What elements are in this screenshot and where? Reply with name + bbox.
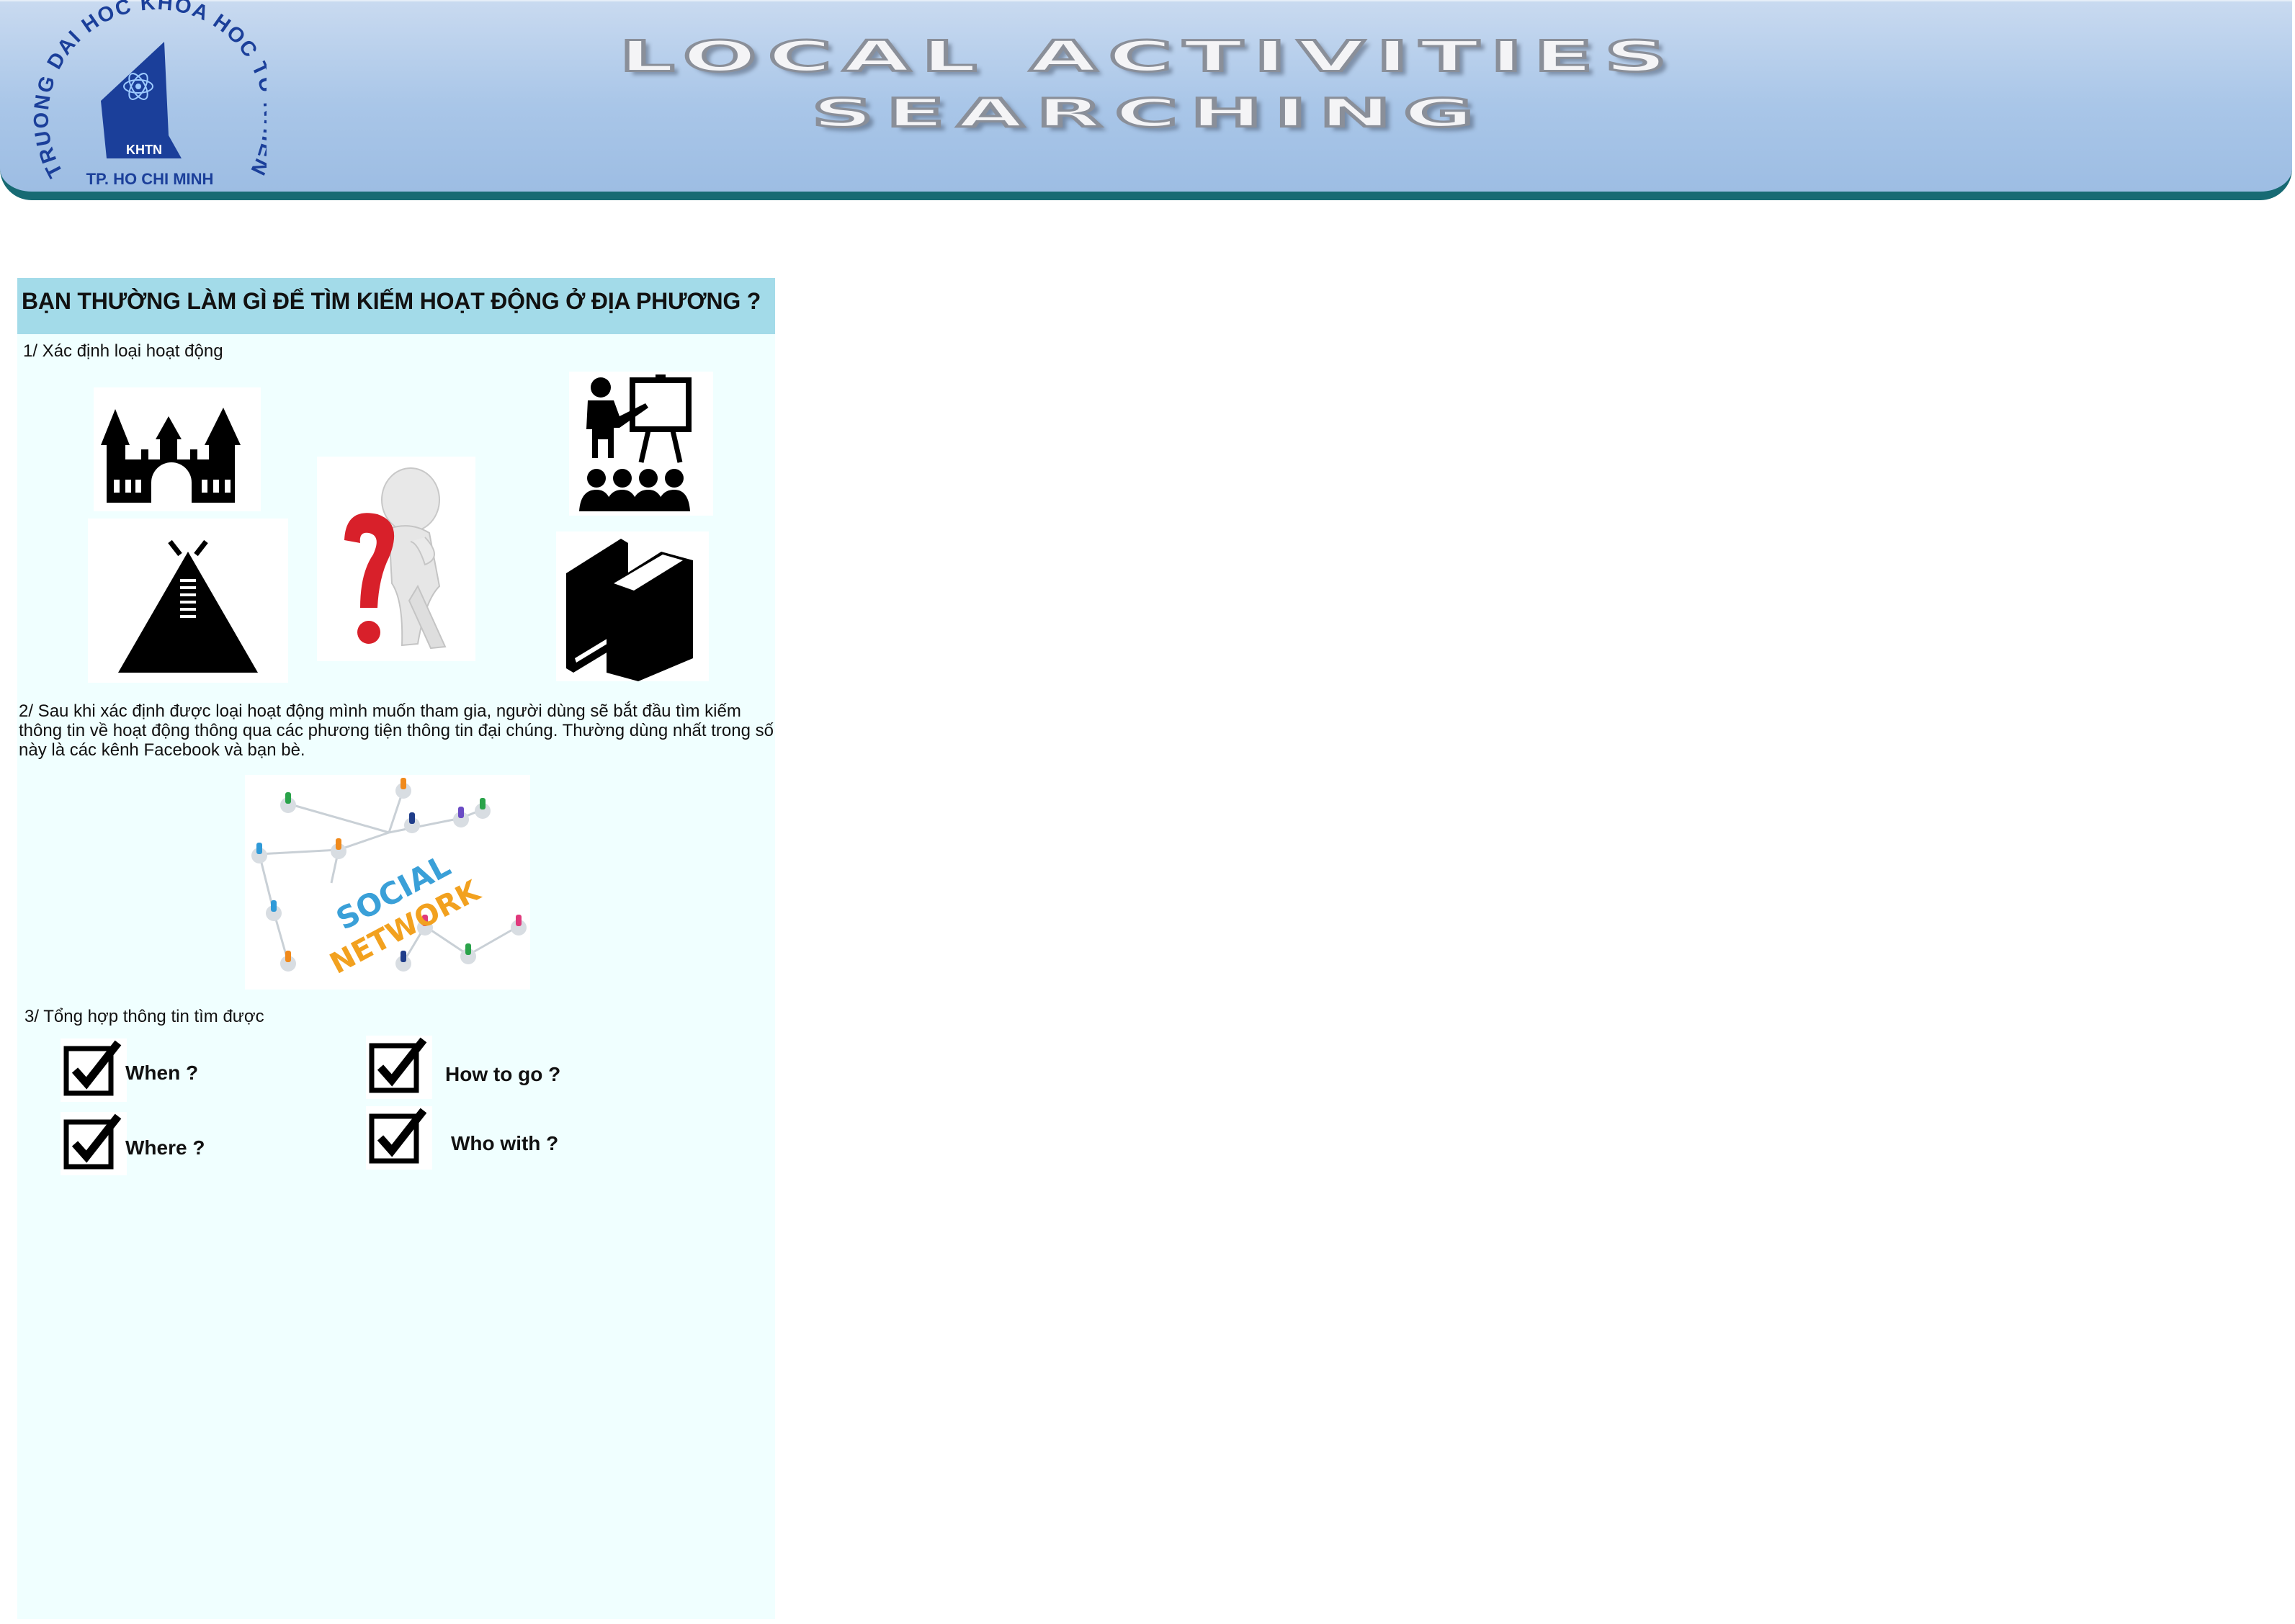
logo-abbr: KHTN — [126, 143, 162, 157]
step1-text: 1/ Xác định loại hoạt động — [23, 341, 223, 361]
presentation-icon — [569, 372, 713, 516]
content-panel: BẠN THƯỜNG LÀM GÌ ĐỂ TÌM KIẾM HOẠT ĐỘNG … — [17, 278, 775, 1619]
social-network-image: SOCIAL NETWORK — [245, 775, 530, 990]
checkbox-how-icon — [366, 1036, 432, 1099]
header-banner: TRUONG DAI HOC KHOA HOC TU NHIEN TP. HO … — [0, 0, 2292, 200]
question-figure-icon — [317, 457, 475, 661]
castle-icon — [94, 387, 261, 511]
checklist-where-label: Where ? — [125, 1136, 205, 1159]
books-icon — [556, 531, 709, 681]
checkbox-when-icon — [61, 1038, 127, 1102]
checkbox-who-icon — [366, 1106, 432, 1170]
checkbox-where-icon — [61, 1112, 127, 1175]
banner-title-line2: SEARCHING — [809, 89, 1487, 137]
banner-title-line1: LOCAL ACTIVITIES — [617, 32, 1678, 83]
step3-text: 3/ Tổng hợp thông tin tìm được — [24, 1007, 264, 1026]
logo-city-text: TP. HO CHI MINH — [86, 170, 214, 188]
step2-text: 2/ Sau khi xác định được loại hoạt động … — [19, 701, 774, 760]
panel-title: BẠN THƯỜNG LÀM GÌ ĐỂ TÌM KIẾM HOẠT ĐỘNG … — [22, 288, 761, 314]
checklist-who-label: Who with ? — [451, 1132, 559, 1154]
tent-icon — [88, 519, 288, 683]
panel-header: BẠN THƯỜNG LÀM GÌ ĐỂ TÌM KIẾM HOẠT ĐỘNG … — [17, 278, 775, 334]
checklist-when-label: When ? — [125, 1062, 199, 1084]
checklist-how-label: How to go ? — [445, 1063, 561, 1085]
